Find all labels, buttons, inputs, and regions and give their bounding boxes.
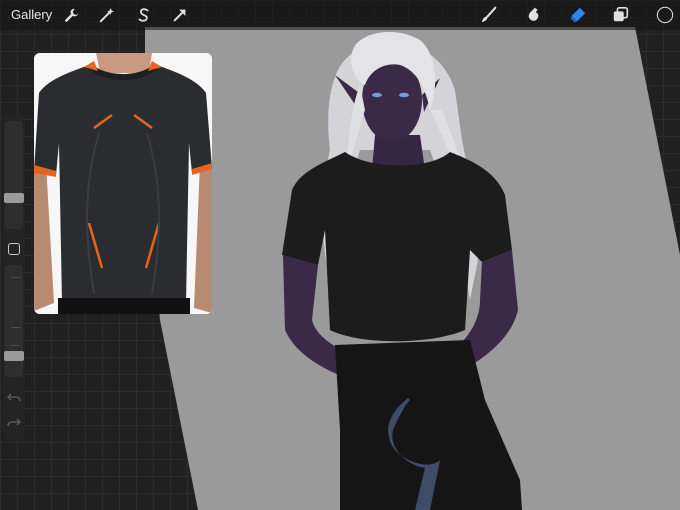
reference-image-window[interactable] <box>34 53 212 314</box>
selection-s-icon[interactable] <box>133 4 155 26</box>
top-toolbar: Gallery <box>0 0 680 30</box>
smudge-icon[interactable] <box>523 4 545 26</box>
gallery-button[interactable]: Gallery <box>11 7 52 22</box>
opacity-slider[interactable] <box>4 265 24 377</box>
color-circle-icon[interactable] <box>654 4 676 26</box>
redo-icon[interactable] <box>7 415 22 429</box>
transform-arrow-icon[interactable] <box>169 4 191 26</box>
eraser-icon[interactable] <box>567 4 589 26</box>
square-modify-icon[interactable] <box>8 243 20 255</box>
wrench-icon[interactable] <box>60 4 82 26</box>
opacity-tick <box>11 345 21 346</box>
brush-size-thumb[interactable] <box>4 193 24 203</box>
left-sidebar <box>3 115 25 440</box>
reference-shirt-image <box>34 53 212 314</box>
opacity-tick <box>11 277 21 278</box>
undo-icon[interactable] <box>6 390 21 404</box>
layers-icon[interactable] <box>610 4 632 26</box>
character-eye-right <box>399 92 409 98</box>
magic-wand-icon[interactable] <box>96 4 118 26</box>
opacity-tick <box>11 327 21 328</box>
brush-size-slider[interactable] <box>4 121 24 229</box>
brush-icon[interactable] <box>478 4 500 26</box>
character-eye-left <box>372 92 382 98</box>
opacity-thumb[interactable] <box>4 351 24 361</box>
